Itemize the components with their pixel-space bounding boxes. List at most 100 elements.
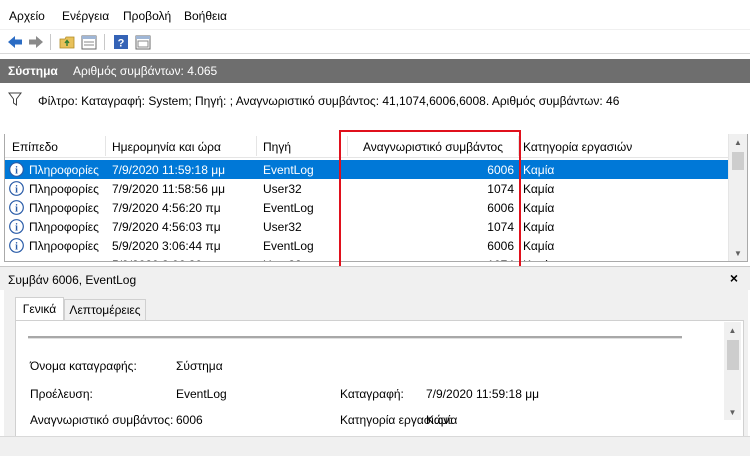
event-id-cell: 1074 — [487, 182, 514, 196]
log-title-bar: Σύστημα Αριθμός συμβάντων: 4.065 — [0, 59, 750, 83]
table-row[interactable]: i Πληροφορίες 7/9/2020 11:58:56 μμ User32 10… — [5, 179, 729, 198]
logged-label: Καταγραφή: — [340, 387, 404, 401]
svg-text:i: i — [15, 204, 18, 215]
info-icon: i — [9, 181, 24, 196]
table-row[interactable]: i Πληροφορίες 7/9/2020 4:56:03 πμ User32 107… — [5, 217, 729, 236]
info-icon: i — [9, 238, 24, 253]
toolbar: ? — [0, 30, 750, 54]
scroll-down-arrow-icon[interactable]: ▼ — [729, 245, 747, 261]
source-cell: User32 — [263, 258, 302, 261]
source-label: Προέλευση: — [30, 387, 93, 401]
datetime-cell: 5/9/2020 3:06:44 πμ — [112, 239, 221, 253]
source-cell: User32 — [263, 220, 302, 234]
svg-text:?: ? — [118, 38, 125, 50]
column-header-level[interactable]: Επίπεδο — [12, 140, 58, 154]
svg-text:i: i — [15, 166, 18, 177]
log-name-value: Σύστημα — [176, 359, 223, 373]
svg-text:i: i — [15, 185, 18, 196]
source-cell: EventLog — [263, 239, 314, 253]
detail-header: Συμβάν 6006, EventLog × — [0, 266, 750, 290]
event-id-cell: 1074 — [487, 220, 514, 234]
filter-bar: Φίλτρο: Καταγραφή: System; Πηγή: ; Αναγν… — [0, 84, 750, 132]
datetime-cell: 7/9/2020 11:58:56 μμ — [112, 182, 226, 196]
datetime-cell: 7/9/2020 11:59:18 μμ — [112, 163, 226, 177]
scroll-thumb[interactable] — [727, 340, 739, 370]
level-cell: Πληροφορίες — [29, 163, 99, 177]
logged-value: 7/9/2020 11:59:18 μμ — [426, 387, 540, 401]
column-divider[interactable] — [518, 136, 519, 156]
tab-general[interactable]: Γενικά — [15, 297, 64, 320]
menu-action[interactable]: Ενέργεια — [62, 9, 109, 23]
task-category-cell: Καμία — [523, 163, 555, 177]
level-cell: Πληροφορίες — [29, 182, 99, 196]
funnel-icon — [8, 92, 22, 106]
info-icon: i — [9, 162, 24, 177]
level-cell: Πληροφορίες — [29, 239, 99, 253]
event-id-label: Αναγνωριστικό συμβάντος: — [30, 413, 174, 427]
pane-toggle-icon[interactable] — [134, 33, 152, 51]
scroll-down-arrow-icon[interactable]: ▼ — [724, 404, 741, 420]
toolbar-separator — [50, 34, 51, 50]
event-grid: Επίπεδο Ημερομηνία και ώρα Πηγή Αναγνωρι… — [4, 134, 748, 262]
event-id-cell: 6006 — [487, 201, 514, 215]
back-arrow-icon[interactable] — [6, 33, 24, 51]
source-cell: User32 — [263, 182, 302, 196]
event-id-cell: 6006 — [487, 239, 514, 253]
event-id-cell: 1074 — [351, 258, 514, 261]
event-count: Αριθμός συμβάντων: 4.065 — [73, 64, 218, 78]
help-icon[interactable]: ? — [112, 33, 130, 51]
task-category-cell: Καμία — [523, 239, 555, 253]
task-category-cell: Καμία — [523, 220, 555, 234]
task-category-cell: Καμία — [523, 201, 555, 215]
task-category-cell: Καμία — [523, 182, 555, 196]
info-icon: i — [9, 200, 24, 215]
scroll-up-arrow-icon[interactable]: ▲ — [724, 322, 741, 338]
scroll-thumb[interactable] — [732, 152, 744, 170]
menu-bar: Αρχείο Ενέργεια Προβολή Βοήθεια — [0, 0, 750, 30]
table-row[interactable]: i Πληροφορίες 7/9/2020 11:59:18 μμ EventLog… — [5, 160, 729, 179]
event-id-value: 6006 — [176, 413, 203, 427]
datetime-cell: 7/9/2020 4:56:20 πμ — [112, 201, 221, 215]
datetime-cell: 5/9/2020 3:06:30 πμ — [112, 258, 221, 261]
menu-help[interactable]: Βοήθεια — [184, 9, 227, 23]
column-header-source[interactable]: Πηγή — [263, 140, 291, 154]
grid-header: Επίπεδο Ημερομηνία και ώρα Πηγή Αναγνωρι… — [5, 134, 729, 158]
close-icon[interactable]: × — [730, 270, 738, 286]
column-divider[interactable] — [256, 136, 257, 156]
datetime-cell: 7/9/2020 4:56:03 πμ — [112, 220, 221, 234]
column-header-datetime[interactable]: Ημερομηνία και ώρα — [112, 140, 221, 154]
filter-text: Φίλτρο: Καταγραφή: System; Πηγή: ; Αναγν… — [38, 94, 620, 108]
task-category-value: Καμία — [426, 413, 458, 427]
table-row[interactable]: 5/9/2020 3:06:30 πμ User32 1074 Καμία — [5, 255, 729, 261]
menu-view[interactable]: Προβολή — [123, 9, 171, 23]
table-row[interactable]: i Πληροφορίες 7/9/2020 4:56:20 πμ EventLog 6… — [5, 198, 729, 217]
tab-details[interactable]: Λεπτομέρειες — [64, 299, 146, 320]
description-box-border — [28, 336, 682, 339]
folder-up-icon[interactable] — [58, 33, 76, 51]
column-divider[interactable] — [105, 136, 106, 156]
grid-scrollbar[interactable]: ▲ ▼ — [728, 134, 747, 261]
properties-icon[interactable] — [80, 33, 98, 51]
svg-text:i: i — [15, 242, 18, 253]
info-icon: i — [9, 219, 24, 234]
level-cell: Πληροφορίες — [29, 220, 99, 234]
menu-file[interactable]: Αρχείο — [9, 9, 45, 23]
source-value: EventLog — [176, 387, 227, 401]
toolbar-separator — [104, 34, 105, 50]
detail-title: Συμβάν 6006, EventLog — [8, 273, 137, 287]
detail-scrollbar[interactable]: ▲ ▼ — [724, 322, 741, 420]
svg-text:i: i — [15, 223, 18, 234]
general-panel: Όνομα καταγραφής: Σύστημα Προέλευση: Eve… — [15, 320, 744, 436]
column-header-event-id[interactable]: Αναγνωριστικό συμβάντος — [363, 140, 503, 154]
detail-pane: Γενικά Λεπτομέρειες Όνομα καταγραφής: Σύ… — [4, 290, 748, 436]
scroll-up-arrow-icon[interactable]: ▲ — [729, 134, 747, 150]
source-cell: EventLog — [263, 201, 314, 215]
column-divider[interactable] — [347, 136, 348, 156]
table-row[interactable]: i Πληροφορίες 5/9/2020 3:06:44 πμ EventLog 6… — [5, 236, 729, 255]
task-category-cell: Καμία — [523, 258, 554, 261]
forward-arrow-icon[interactable] — [27, 33, 45, 51]
log-name: Σύστημα — [8, 64, 58, 78]
source-cell: EventLog — [263, 163, 314, 177]
column-header-task-category[interactable]: Κατηγορία εργασιών — [523, 140, 632, 154]
log-name-label: Όνομα καταγραφής: — [30, 359, 137, 373]
